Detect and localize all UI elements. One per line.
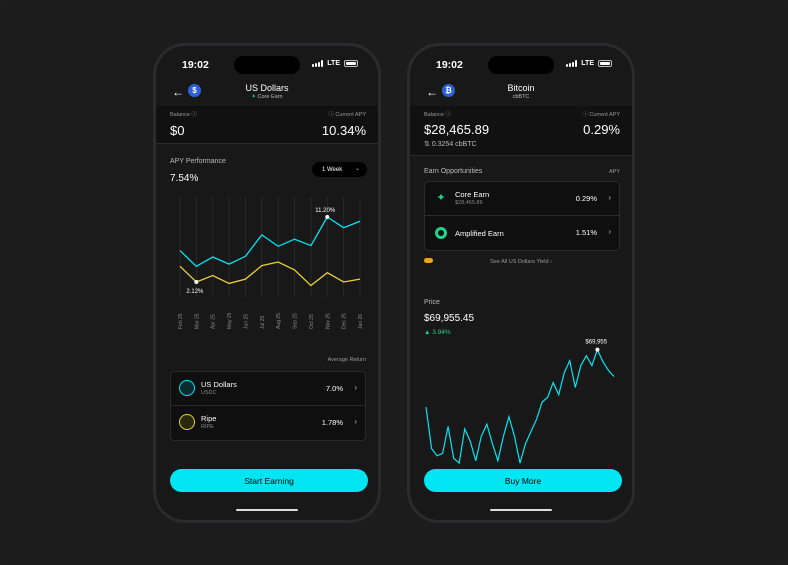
apy-chart: 11.20% 2.12% Feb 25 Mar 25 Apr 25 May 25 Jun 2… <box>178 197 364 329</box>
chevron-right-icon: › <box>354 417 357 426</box>
x-tick-label: Jul 25 <box>260 315 266 329</box>
page-title: Bitcoin <box>507 83 535 93</box>
signal-icon <box>566 60 578 67</box>
home-indicator <box>490 508 552 511</box>
asset-ticker: USDC <box>201 390 217 396</box>
x-tick-label: Nov 25 <box>325 313 331 329</box>
x-tick-label: Apr 25 <box>211 314 217 329</box>
screen: 19:02 LTE ← ₿ Bitcoin cbBTC Balance ⓘ $2… <box>410 46 632 520</box>
sparkle-icon: ✦ <box>251 94 256 100</box>
page-title: US Dollars <box>245 83 289 93</box>
series-line-1 <box>179 261 361 287</box>
asset-return: 1.78% <box>321 418 343 427</box>
status-time: 19:02 <box>182 59 209 71</box>
x-tick-label: Aug 25 <box>276 313 282 329</box>
earn-apy: 1.51% <box>575 228 597 237</box>
x-tick-label: Jun 25 <box>243 314 249 329</box>
low-marker <box>194 280 199 284</box>
battery-icon <box>344 60 358 67</box>
balance-card: Balance ⓘ $28,465.89 ⇅ 0.3254 cbBTC ⓘ Cu… <box>410 106 632 156</box>
screen: 19:02 LTE ← $ US Dollars ✦ Core Earn Bal… <box>156 46 378 520</box>
x-tick-label: Sep 25 <box>293 313 299 329</box>
header: ← ₿ Bitcoin cbBTC <box>410 83 632 105</box>
price-label: Price <box>424 299 440 306</box>
price-chart: $69,955 <box>425 340 615 465</box>
target-icon <box>435 227 447 239</box>
network-label: LTE <box>581 60 594 67</box>
balance-label: Balance ⓘ <box>170 112 197 118</box>
chevron-right-icon: › <box>608 227 611 236</box>
earn-apy-label: APY <box>608 169 620 175</box>
home-indicator <box>236 508 298 511</box>
price-change: ▲ 3.94% <box>424 329 451 336</box>
x-tick-label: Jan 26 <box>358 314 364 329</box>
list-item-ripe[interactable]: Ripe RIPE 1.78% › <box>171 406 365 440</box>
chevron-down-icon: ⌄ <box>354 166 360 172</box>
chevron-right-icon: › <box>354 383 357 392</box>
page-subtitle: cbBTC <box>512 94 530 100</box>
balance-value: $28,465.89 <box>424 122 490 137</box>
ripe-icon <box>179 414 195 430</box>
earn-apy: 0.29% <box>575 194 597 203</box>
performance-value: 7.54% <box>170 173 199 184</box>
apy-label: ⓘ Current APY <box>328 112 366 118</box>
list-item-core-earn[interactable]: ✦ Core Earn $28,465.89 0.29% › <box>425 182 619 216</box>
high-annotation: 11.20% <box>315 208 336 214</box>
x-tick-label: Mar 25 <box>194 313 200 329</box>
asset-return: 7.0% <box>325 384 343 393</box>
network-label: LTE <box>327 60 340 67</box>
see-all-yield-link[interactable]: See All US Dollars Yield › <box>410 259 632 265</box>
performance-title: APY Performance <box>170 158 226 165</box>
earn-name: Amplified Earn <box>455 229 504 238</box>
asset-list: US Dollars USDC 7.0% › Ripe RIPE 1.78% › <box>170 371 366 441</box>
phone-us-dollars: 19:02 LTE ← $ US Dollars ✦ Core Earn Bal… <box>153 43 381 523</box>
battery-icon <box>598 60 612 67</box>
x-tick-label: May 25 <box>227 312 233 329</box>
series-line-0 <box>179 216 361 268</box>
status-bar: 19:02 LTE <box>156 57 378 73</box>
low-annotation: 2.12% <box>186 289 204 295</box>
list-item-usdc[interactable]: US Dollars USDC 7.0% › <box>171 372 365 406</box>
asset-ticker: RIPE <box>201 424 214 430</box>
peak-marker <box>595 347 600 352</box>
x-tick-label: Oct 25 <box>309 314 315 329</box>
high-marker <box>325 215 330 219</box>
page-subtitle: ✦ Core Earn <box>156 94 378 100</box>
apy-value: 10.34% <box>321 123 366 138</box>
asset-name: Ripe <box>201 414 217 423</box>
x-tick-label: Feb 25 <box>178 313 184 329</box>
list-item-amplified-earn[interactable]: Amplified Earn 1.51% › <box>425 216 619 250</box>
earn-name: Core Earn <box>455 190 490 199</box>
header: ← $ US Dollars ✦ Core Earn <box>156 83 378 105</box>
sparkle-icon: ✦ <box>436 192 446 204</box>
earn-sub: $28,465.89 <box>455 200 483 206</box>
peak-annotation: $69,955 <box>585 340 607 346</box>
asset-name: US Dollars <box>201 380 237 389</box>
start-earning-button[interactable]: Start Earning <box>170 469 368 492</box>
status-bar: 19:02 LTE <box>410 57 632 73</box>
balance-value: $0 <box>170 123 185 138</box>
range-label: 1 Week <box>322 166 343 173</box>
apy-value: 0.29% <box>583 122 620 137</box>
signal-icon <box>312 60 324 67</box>
apy-label: ⓘ Current APY <box>582 112 620 118</box>
range-dropdown[interactable]: 1 Week ⌄ <box>312 162 367 177</box>
canvas: 19:02 LTE ← $ US Dollars ✦ Core Earn Bal… <box>0 0 788 565</box>
balance-label: Balance ⓘ <box>424 112 451 118</box>
chevron-right-icon: › <box>608 193 611 202</box>
balance-sub: ⇅ 0.3254 cbBTC <box>424 141 477 148</box>
earn-list: ✦ Core Earn $28,465.89 0.29% › Amplified… <box>424 181 620 251</box>
x-tick-label: Dec 25 <box>342 313 348 329</box>
price-value: $69,955.45 <box>424 313 475 324</box>
usdc-icon <box>179 380 195 396</box>
phone-bitcoin: 19:02 LTE ← ₿ Bitcoin cbBTC Balance ⓘ $2… <box>407 43 635 523</box>
buy-more-button[interactable]: Buy More <box>424 469 622 492</box>
status-time: 19:02 <box>436 59 463 71</box>
average-return-label: Average Return <box>327 357 366 363</box>
price-line <box>425 348 615 465</box>
subtitle-text: Core Earn <box>257 94 283 100</box>
earn-title: Earn Opportunities <box>424 168 483 175</box>
balance-card: Balance ⓘ $0 ⓘ Current APY 10.34% <box>156 106 378 144</box>
